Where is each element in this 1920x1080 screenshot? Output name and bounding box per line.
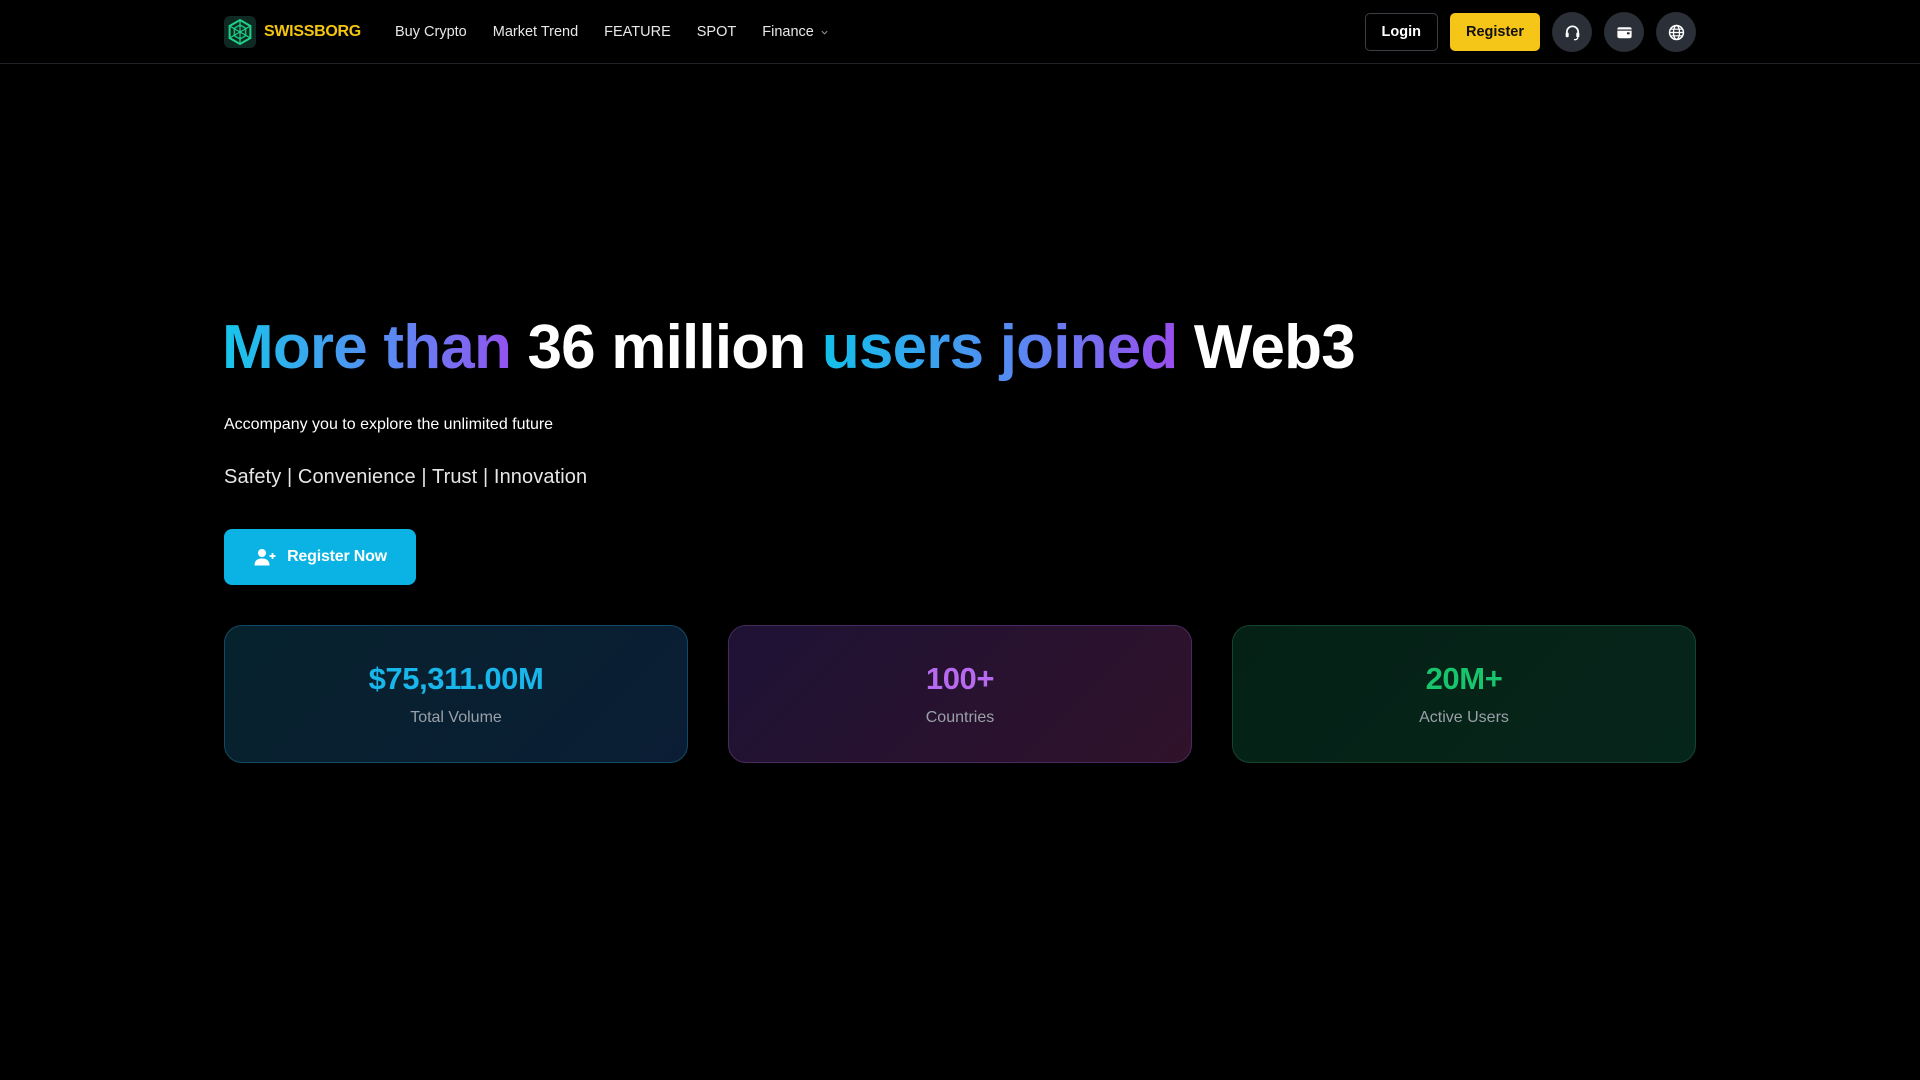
headset-icon (1565, 24, 1579, 40)
stat-label: Active Users (1419, 709, 1509, 726)
stat-card-total-volume: $75,311.00M Total Volume (224, 625, 688, 763)
nav-spot-label: SPOT (696, 24, 737, 40)
stat-card-active-users: 20M+ Active Users (1232, 625, 1696, 763)
nav-feature[interactable]: FEATURE (604, 24, 671, 40)
stat-value: 20M+ (1425, 661, 1503, 696)
register-now-label: Register Now (287, 548, 387, 565)
register-now-button[interactable]: Register Now (224, 529, 416, 585)
swissborg-logo-icon (224, 16, 256, 48)
wallet-button[interactable] (1604, 12, 1644, 52)
register-button[interactable]: Register (1449, 13, 1540, 51)
hero-title-part-2: 36 million (527, 313, 822, 382)
stat-label: Total Volume (410, 709, 502, 726)
stat-value: $75,311.00M (368, 661, 544, 696)
chevron-down-icon (821, 30, 828, 35)
hero-title: More than 36 million users joined Web3 (222, 312, 1356, 383)
nav-actions: Login Register (1364, 12, 1696, 52)
brand-name: SWISSBORG (264, 23, 361, 40)
brand[interactable]: SWISSBORG (224, 16, 361, 48)
hero-subtitle: Accompany you to explore the unlimited f… (224, 416, 554, 433)
globe-icon (1668, 24, 1684, 40)
nav-spot[interactable]: SPOT (697, 24, 736, 40)
hero-title-part-3: users joined (821, 313, 1194, 382)
support-button[interactable] (1552, 12, 1592, 52)
stat-value: 100+ (925, 661, 995, 696)
hero-title-part-1: More than (222, 313, 528, 382)
language-button[interactable] (1656, 12, 1696, 52)
nav-buy-crypto[interactable]: Buy Crypto (395, 24, 467, 40)
hero-values: Safety | Convenience | Trust | Innovatio… (224, 466, 588, 488)
add-user-icon (254, 549, 276, 566)
nav-market-trend[interactable]: Market Trend (493, 24, 578, 40)
main-nav: Buy Crypto Market Trend FEATURE SPOT Fin… (395, 0, 829, 64)
nav-finance-label: Finance (762, 24, 814, 40)
stat-label: Countries (925, 709, 995, 726)
wallet-icon (1616, 26, 1632, 38)
stat-card-countries: 100+ Countries (728, 625, 1192, 763)
nav-market-trend-label: Market Trend (492, 24, 579, 40)
hero-title-part-4: Web3 (1193, 313, 1356, 382)
login-button[interactable]: Login (1364, 13, 1438, 51)
top-nav: SWISSBORG Buy Crypto Market Trend FEATUR… (0, 0, 1920, 64)
nav-feature-label: FEATURE (604, 24, 671, 40)
nav-finance-dropdown[interactable]: Finance (762, 24, 829, 40)
nav-buy-crypto-label: Buy Crypto (395, 24, 467, 40)
